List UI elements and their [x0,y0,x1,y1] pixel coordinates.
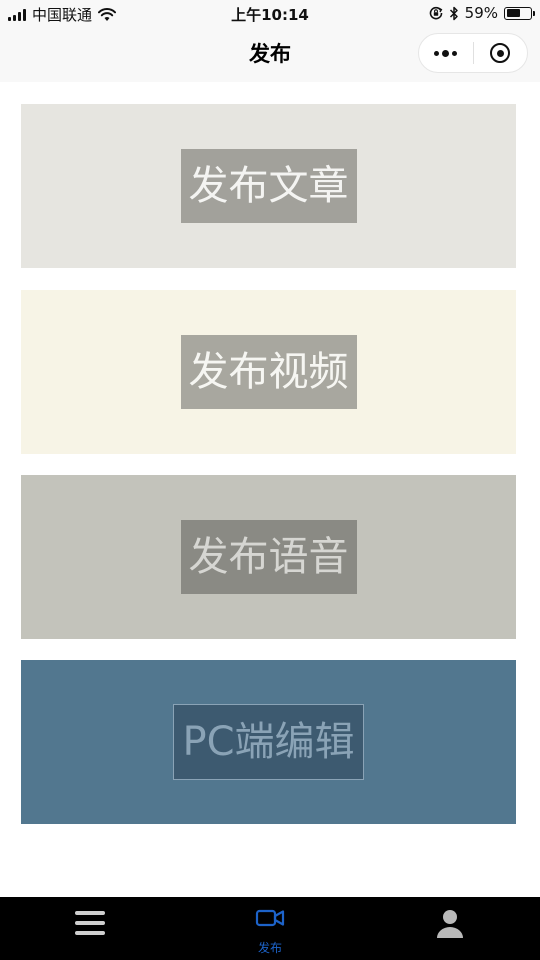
close-mini-program-button[interactable] [473,34,527,72]
mini-program-capsule [418,33,528,73]
rotation-lock-icon [429,6,443,20]
pc-edit-card[interactable]: PC端编辑 [21,660,516,824]
publish-audio-label: 发布语音 [180,520,357,594]
more-button[interactable] [419,34,473,72]
battery-level [506,9,521,17]
close-mini-program-icon [490,43,511,63]
nav-bar: 发布 [0,28,540,82]
menu-icon[interactable] [75,911,105,935]
pc-edit-label: PC端编辑 [173,704,364,780]
tab-bar: 发布 [0,897,540,960]
publish-article-label: 发布文章 [180,149,357,223]
battery-icon [504,6,535,20]
publish-video-label: 发布视频 [180,335,357,409]
tab-publish[interactable]: 发布 [240,903,300,960]
status-bar: 中国联通 上午10:14 59% [0,0,540,28]
publish-video-icon [255,909,285,927]
publish-video-card[interactable]: 发布视频 [21,290,516,454]
publish-audio-card[interactable]: 发布语音 [21,475,516,639]
bluetooth-icon [449,6,458,20]
profile-icon[interactable] [432,905,468,941]
battery-percent: 59% [464,4,498,22]
more-dots-icon [434,49,458,57]
tab-publish-label: 发布 [257,941,282,955]
publish-article-card[interactable]: 发布文章 [21,104,516,268]
status-right: 59% [429,4,535,22]
